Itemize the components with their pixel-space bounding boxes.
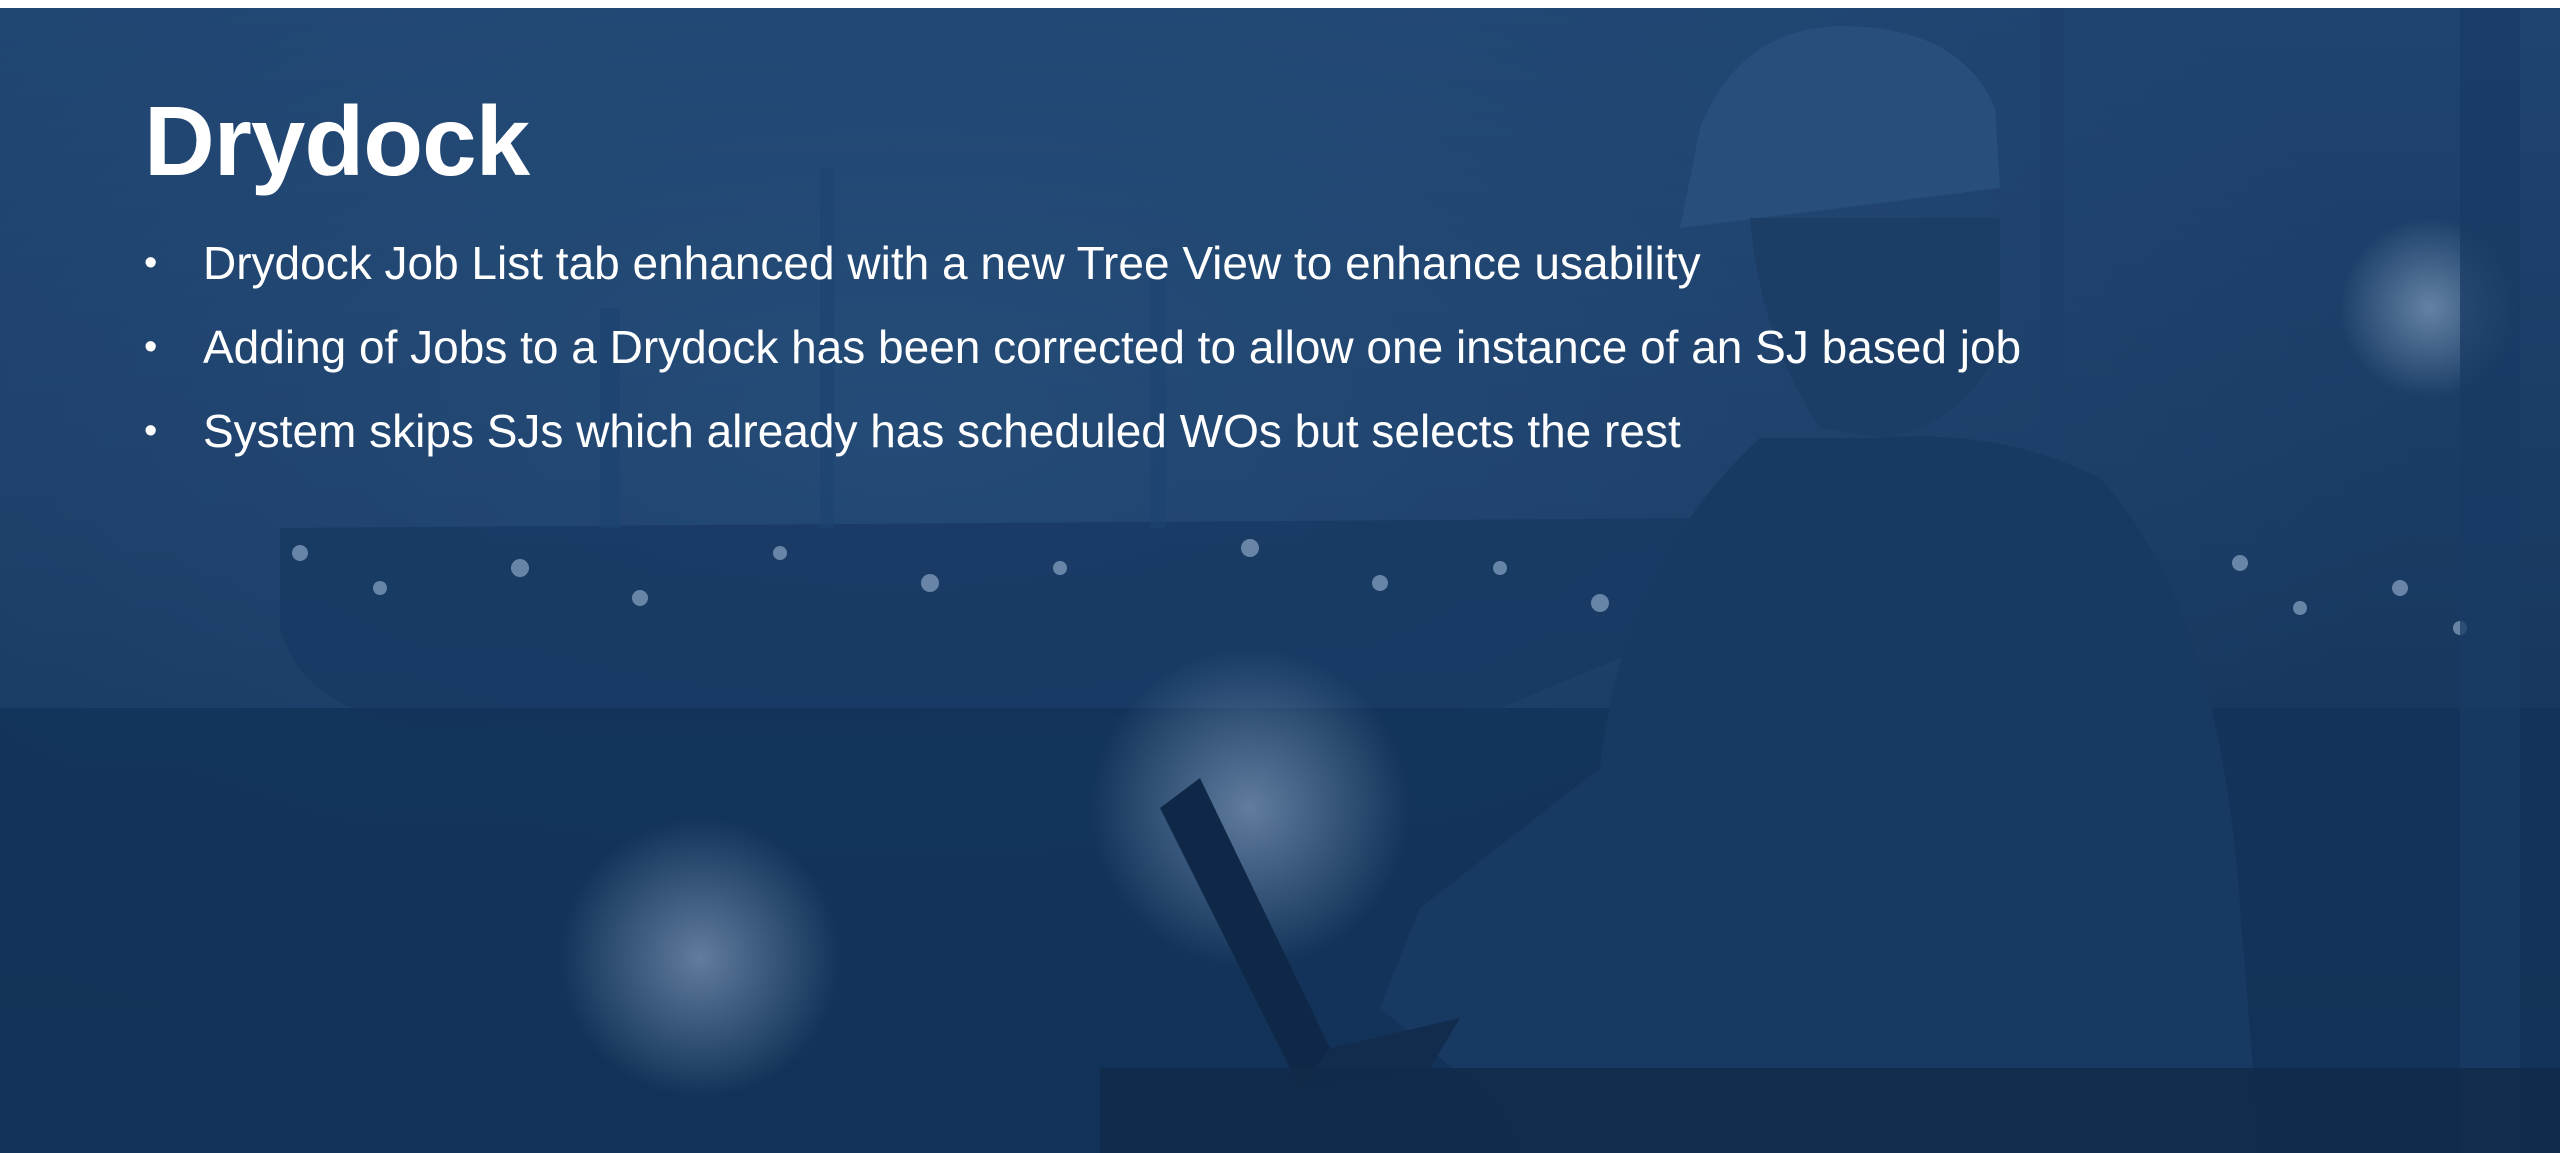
slide-content: Drydock • Drydock Job List tab enhanced …: [144, 86, 2444, 486]
top-border: [0, 0, 2560, 8]
bullet-icon: •: [144, 325, 158, 368]
bullet-text: Adding of Jobs to a Drydock has been cor…: [203, 320, 2022, 373]
bullet-icon: •: [144, 409, 158, 452]
list-item: • System skips SJs which already has sch…: [144, 402, 2444, 460]
bullet-text: Drydock Job List tab enhanced with a new…: [203, 236, 1701, 289]
list-item: • Drydock Job List tab enhanced with a n…: [144, 234, 2444, 292]
list-item: • Adding of Jobs to a Drydock has been c…: [144, 318, 2444, 376]
presentation-slide: Drydock • Drydock Job List tab enhanced …: [0, 8, 2560, 1153]
bullet-list: • Drydock Job List tab enhanced with a n…: [144, 234, 2444, 460]
bullet-icon: •: [144, 241, 158, 284]
bullet-text: System skips SJs which already has sched…: [203, 404, 1681, 457]
slide-title: Drydock: [144, 86, 530, 196]
